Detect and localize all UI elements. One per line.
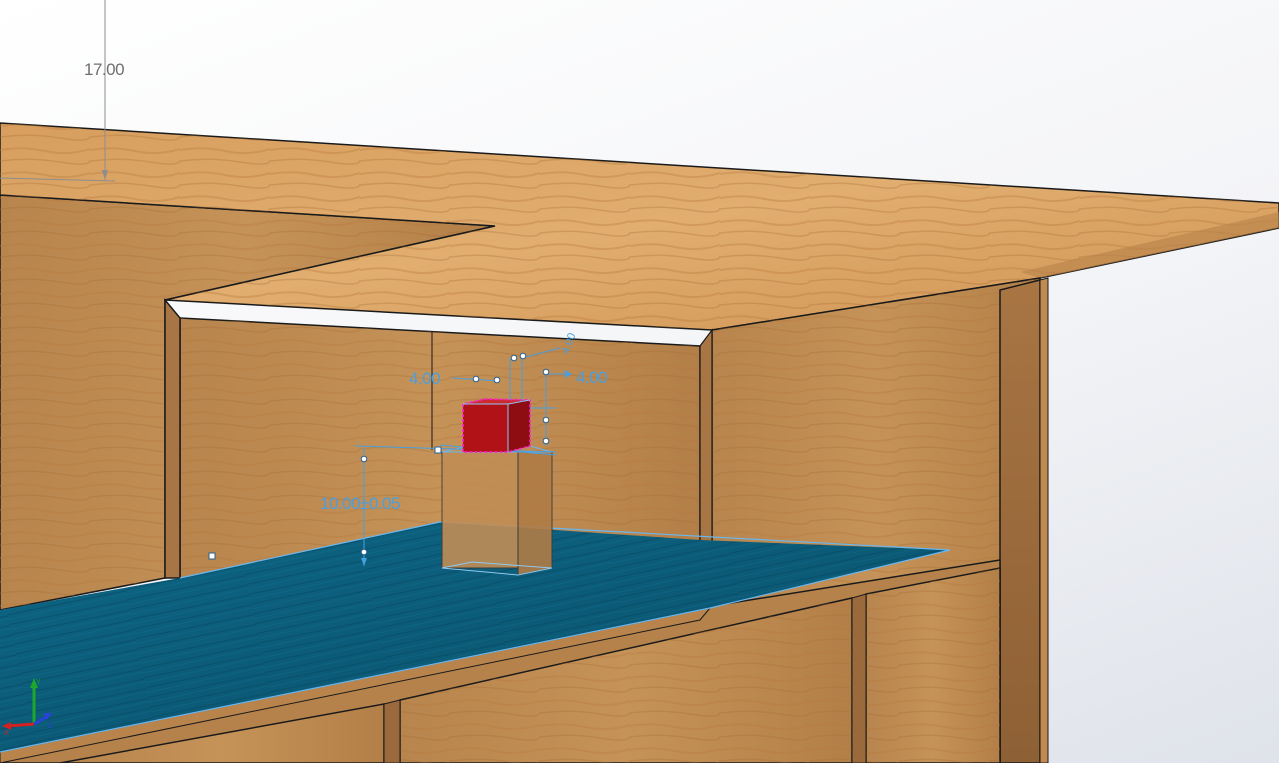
selected-cube[interactable] <box>462 398 531 453</box>
sketch-point[interactable] <box>208 552 216 560</box>
triad-label-x: X <box>4 730 9 737</box>
sketch-point[interactable] <box>434 446 442 454</box>
dimension-label-width-left[interactable]: 4.00 <box>409 369 441 388</box>
sketch-post[interactable] <box>441 445 553 576</box>
triad-label-z: Z <box>48 723 53 730</box>
dimension-label-post-height[interactable]: 10.00±0.05 <box>320 494 401 513</box>
triad-label-y: Y <box>36 679 41 686</box>
dimension-label-width-right[interactable]: 4.00 <box>576 368 608 387</box>
cavity-frame-left <box>164 297 181 579</box>
right-frame <box>999 277 1049 763</box>
graphics-viewport[interactable]: 17.00 4.00 4.00 4.00 10.00±0.05 Y X Z <box>0 0 1279 763</box>
dimension-label-17[interactable]: 17.00 <box>84 60 125 79</box>
